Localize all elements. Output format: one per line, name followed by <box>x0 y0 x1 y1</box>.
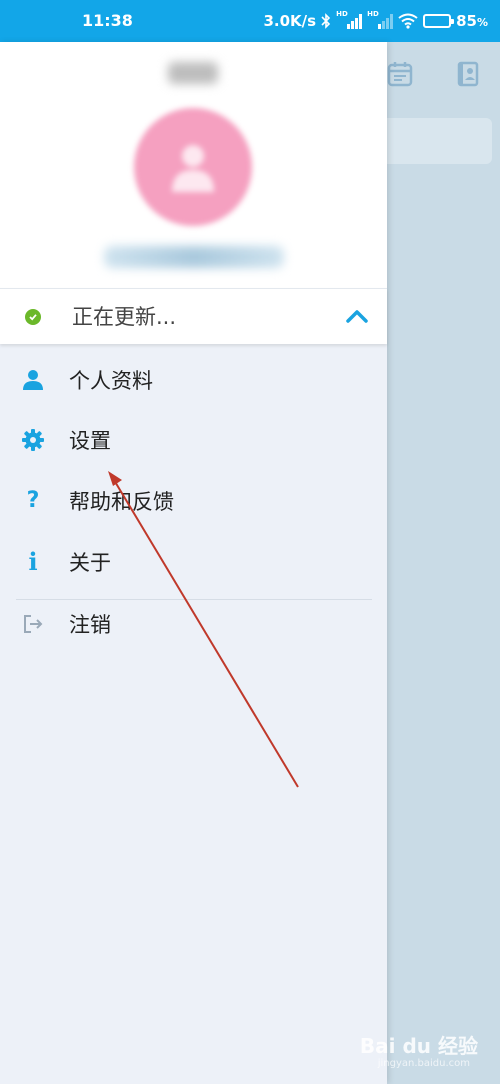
menu-item-label: 个人资料 <box>69 369 153 393</box>
profile-header <box>0 42 387 288</box>
menu-item-about[interactable]: i 关于 <box>0 533 387 593</box>
info-icon: i <box>28 547 38 576</box>
gear-icon <box>20 427 46 453</box>
bluetooth-icon <box>321 13 331 29</box>
calendar-icon[interactable] <box>387 60 413 88</box>
check-icon <box>25 309 41 325</box>
status-bar: 11:38 3.0K/s HD HD 85% <box>0 0 500 42</box>
avatar[interactable] <box>134 108 252 226</box>
menu-item-label: 关于 <box>69 551 111 575</box>
blurred-username <box>168 62 218 84</box>
help-icon: ? <box>26 488 40 513</box>
logout-icon <box>20 611 46 637</box>
background-topbar <box>387 42 500 107</box>
watermark-logo: Bai du 经验 <box>359 1034 478 1058</box>
chevron-up-icon[interactable] <box>345 307 369 325</box>
status-time: 11:38 <box>82 11 133 30</box>
blurred-account-id <box>104 246 284 268</box>
menu-item-profile[interactable]: 个人资料 <box>0 351 387 411</box>
menu-item-logout[interactable]: 注销 <box>0 595 387 655</box>
menu-item-label: 帮助和反馈 <box>69 490 174 514</box>
menu-item-help-feedback[interactable]: ? 帮助和反馈 <box>0 472 387 532</box>
background-app[interactable] <box>387 42 500 1084</box>
signal-2-icon: HD <box>367 10 394 29</box>
update-status-row[interactable]: 正在更新... <box>0 288 387 344</box>
battery-icon <box>423 14 455 28</box>
menu-item-label: 注销 <box>69 613 111 637</box>
menu-item-settings[interactable]: 设置 <box>0 411 387 471</box>
battery-percent: 85% <box>456 12 488 30</box>
wifi-icon <box>398 13 418 29</box>
signal-1-icon: HD <box>336 10 363 29</box>
person-icon <box>20 367 46 393</box>
menu-item-label: 设置 <box>69 429 111 453</box>
navigation-drawer: 正在更新... 个人资料 设置 ? 帮助和反馈 i 关于 注销 <box>0 42 387 1084</box>
update-status-text: 正在更新... <box>72 305 177 329</box>
contacts-icon[interactable] <box>455 60 481 88</box>
network-speed: 3.0K/s <box>263 12 317 30</box>
background-search-bar[interactable] <box>387 118 492 164</box>
status-indicators: 3.0K/s HD HD 85% <box>263 0 488 42</box>
watermark-url: jingyan.baidu.com <box>377 1058 470 1069</box>
avatar-person-icon <box>172 145 214 192</box>
